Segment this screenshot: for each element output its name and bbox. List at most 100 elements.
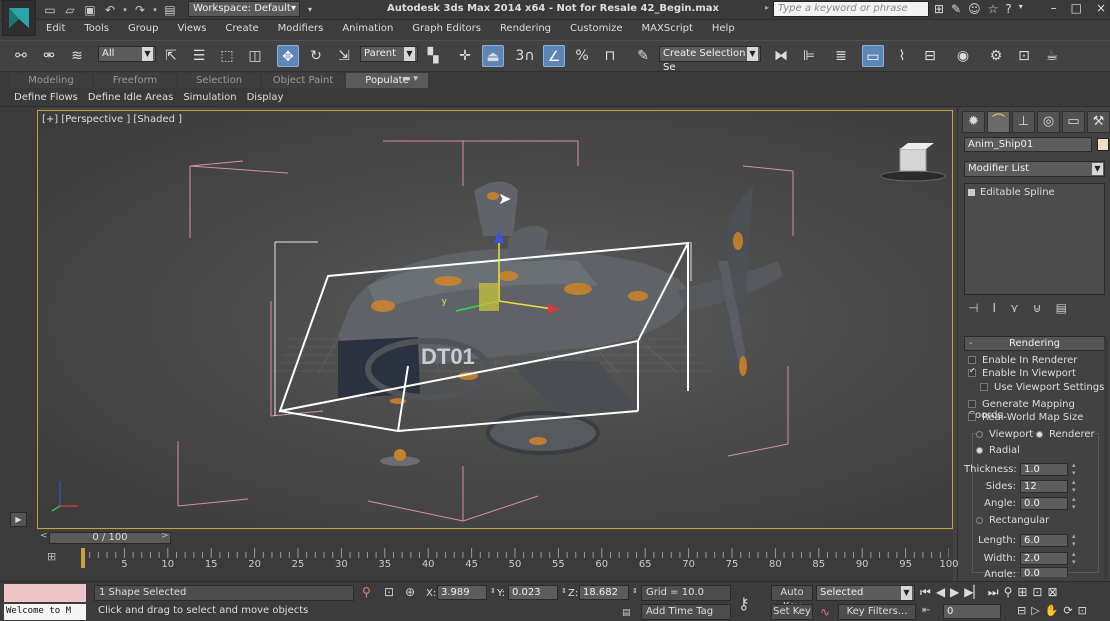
thickness-spinner[interactable]: Thickness: 1.0 ▴ ▾ <box>964 461 1078 477</box>
menu-group[interactable]: Group <box>128 23 167 34</box>
key-mode-toggle-icon[interactable]: ⇤ <box>922 605 930 616</box>
workspace-dropdown[interactable]: Workspace: Default ▾ <box>188 1 300 17</box>
zoom-extents-icon[interactable]: ⊡ <box>1032 585 1042 600</box>
selection-lock-icon[interactable]: ⊡ <box>384 585 394 599</box>
create-tab-icon[interactable]: ✹ <box>962 111 985 133</box>
named-selection-sets-dropdown[interactable]: Create Selection Se ▼ <box>659 46 761 73</box>
sides-value[interactable]: 12 <box>1020 479 1068 493</box>
zoom-icon[interactable]: ⚲ <box>1004 585 1013 600</box>
utilities-tab-icon[interactable]: ⚒ <box>1087 111 1110 133</box>
set-key-button[interactable]: Set Key <box>771 604 813 620</box>
menu-maxscript[interactable]: MAXScript <box>642 23 702 34</box>
material-editor-icon[interactable]: ◉ <box>952 45 974 67</box>
help-icon[interactable]: ? <box>1005 2 1011 16</box>
spinner-arrows-icon[interactable]: ⇕ <box>632 587 638 595</box>
x-coordinate-field[interactable]: 3.989 <box>437 585 487 600</box>
time-slider-next[interactable]: > <box>161 531 169 541</box>
modify-tab-icon[interactable]: ⌒ <box>987 111 1010 133</box>
hierarchy-tab-icon[interactable]: ⊥ <box>1012 111 1035 133</box>
spinner-arrows-icon[interactable]: ▴ ▾ <box>1072 532 1078 548</box>
length-spinner[interactable]: Length: 6.0 ▴ ▾ <box>964 532 1078 548</box>
radial-radio[interactable]: Radial <box>976 445 1020 456</box>
auto-key-button[interactable]: Auto Key <box>771 585 813 612</box>
search-expand-icon[interactable]: ▸ <box>765 3 769 12</box>
angle-spinner[interactable]: Angle: 0.0 ▴ ▾ <box>964 495 1078 511</box>
menu-help[interactable]: Help <box>712 23 744 34</box>
display-tab-icon[interactable]: ▭ <box>1062 111 1085 133</box>
absolute-mode-transform-icon[interactable]: ⊕ <box>405 585 415 599</box>
select-and-scale-icon[interactable]: ⇲ <box>333 45 355 67</box>
panel-simulation[interactable]: Simulation <box>181 91 238 104</box>
z-coordinate-field[interactable]: 18.682 <box>579 585 629 600</box>
search-input[interactable]: Type a keyword or phrase <box>773 1 929 17</box>
angle-value[interactable]: 0.0 <box>1020 496 1068 510</box>
render-setup-icon[interactable]: ⚙ <box>985 45 1007 67</box>
viewport-radio[interactable]: Viewport <box>976 429 1034 440</box>
binoculars-icon[interactable]: ⊞ <box>934 2 944 16</box>
select-object-icon[interactable]: ⇱ <box>160 45 182 67</box>
key-mode-dropdown[interactable]: Selected ▼ <box>816 585 915 601</box>
tools-icon[interactable]: ✎ <box>951 2 961 16</box>
undo-dropdown-icon[interactable]: ▾ <box>122 2 128 18</box>
expand-layouts-icon[interactable]: ▶ <box>10 512 27 527</box>
use-pivot-point-center-icon[interactable]: ▚ <box>422 45 444 67</box>
menu-views[interactable]: Views <box>177 23 215 34</box>
maxscript-output[interactable]: Welcome to M <box>4 604 86 620</box>
snaps-toggle-icon[interactable]: 3∩ <box>514 45 536 67</box>
tab-selection[interactable]: Selection <box>178 73 260 88</box>
pan-icon[interactable]: ✋ <box>1045 604 1059 617</box>
add-time-tag-button[interactable]: Add Time Tag <box>641 604 731 620</box>
modifier-stack[interactable]: Editable Spline <box>964 183 1105 295</box>
select-and-rotate-icon[interactable]: ↻ <box>305 45 327 67</box>
tab-modeling[interactable]: Modeling <box>10 73 92 88</box>
menu-tools[interactable]: Tools <box>84 23 118 34</box>
menu-animation[interactable]: Animation <box>342 23 402 34</box>
star-icon[interactable]: ☆ <box>988 2 999 16</box>
menu-rendering[interactable]: Rendering <box>500 23 560 34</box>
reference-coordinate-dropdown[interactable]: Parent ▼ <box>360 46 418 62</box>
curve-editor-icon[interactable]: ⌇ <box>891 45 913 67</box>
unlink-selection-icon[interactable]: ⚮ <box>38 45 60 67</box>
select-and-move-icon[interactable]: ✥ <box>277 45 299 67</box>
y-coordinate-field[interactable]: 0.023 <box>508 585 558 600</box>
current-frame-field[interactable]: 0 <box>943 604 1001 619</box>
open-file-icon[interactable]: ▱ <box>62 2 78 18</box>
go-to-start-icon[interactable]: ⏮ <box>920 585 931 600</box>
project-folder-icon[interactable]: ▤ <box>162 2 178 18</box>
menu-graph-editors[interactable]: Graph Editors <box>412 23 490 34</box>
render-production-icon[interactable]: ☕ <box>1041 45 1063 67</box>
use-viewport-settings-checkbox[interactable]: Use Viewport Settings <box>980 382 1104 393</box>
maximize-button[interactable]: □ <box>1071 1 1082 15</box>
curve-icon[interactable]: ∿ <box>820 605 830 619</box>
spinner-arrows-icon[interactable]: ▴ ▾ <box>1072 550 1078 566</box>
track-bar[interactable]: ⊞ 5 10 15 20 25 30 35 40 45 50 55 60 65 70 75 80 85 90 95 1… <box>37 545 959 581</box>
length-value[interactable]: 6.0 <box>1020 533 1068 547</box>
angle2-spinner[interactable]: Angle: 0.0 <box>964 567 1068 577</box>
window-crossing-icon[interactable]: ◫ <box>244 45 266 67</box>
rendering-rollout-header[interactable]: - Rendering <box>964 336 1105 351</box>
spinner-arrows-icon[interactable]: ⇕ <box>490 587 496 595</box>
close-button[interactable]: × <box>1096 1 1106 15</box>
select-by-name-icon[interactable]: ☰ <box>188 45 210 67</box>
renderer-radio[interactable]: Renderer <box>1036 429 1095 440</box>
stack-item-editable-spline[interactable]: Editable Spline <box>968 187 1055 198</box>
open-mini-curve-editor-icon[interactable]: ⊞ <box>47 550 56 563</box>
mirror-icon[interactable]: ⧓ <box>770 45 792 67</box>
tab-freeform[interactable]: Freeform <box>94 73 176 88</box>
command-panel-scrollbar[interactable] <box>1104 339 1108 579</box>
panel-define-idle-areas[interactable]: Define Idle Areas <box>86 91 175 104</box>
redo-dropdown-icon[interactable]: ▾ <box>152 2 158 18</box>
angle2-value[interactable]: 0.0 <box>1020 567 1068 577</box>
show-end-result-icon[interactable]: Ι <box>992 301 996 315</box>
align-icon[interactable]: ⊫ <box>798 45 820 67</box>
time-slider-prev[interactable]: < <box>40 531 48 541</box>
selection-filter-dropdown[interactable]: All ▼ <box>98 46 156 62</box>
sides-spinner[interactable]: Sides: 12 ▴ ▾ <box>964 478 1078 494</box>
spinner-arrows-icon[interactable]: ▴ ▾ <box>1072 495 1078 511</box>
enable-in-viewport-checkbox[interactable]: Enable In Viewport <box>968 366 1076 379</box>
bind-to-space-warp-icon[interactable]: ≋ <box>66 45 88 67</box>
maxscript-listener-input[interactable] <box>4 584 86 602</box>
expand-icon[interactable] <box>968 188 975 196</box>
real-world-map-checkbox[interactable]: Real-World Map Size <box>968 412 1083 423</box>
orbit-icon[interactable]: ⟳ <box>1063 604 1072 617</box>
